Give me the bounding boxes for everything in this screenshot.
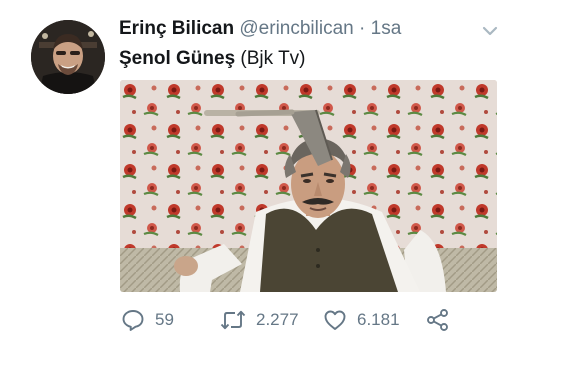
tweet-text-bold: Şenol Güneş xyxy=(119,48,236,69)
reply-button[interactable]: 59 xyxy=(121,306,174,334)
share-button[interactable] xyxy=(426,306,450,334)
tweet-text-rest: (Bjk Tv) xyxy=(235,48,306,69)
retweet-icon xyxy=(220,310,246,330)
tweet-text: Şenol Güneş (Bjk Tv) xyxy=(119,46,306,72)
reply-count: 59 xyxy=(155,310,174,329)
author-avatar[interactable] xyxy=(31,20,105,94)
tweet-media-image[interactable] xyxy=(120,80,497,292)
reply-icon xyxy=(122,310,144,331)
tweet-timestamp[interactable]: 1sa xyxy=(371,18,402,39)
author-name[interactable]: Erinç Bilican xyxy=(119,18,234,39)
retweet-button[interactable]: 2.277 xyxy=(220,306,299,334)
tweet-header: Erinç Bilican @erincbilican · 1sa xyxy=(119,16,401,42)
separator-dot: · xyxy=(359,18,366,39)
heart-icon xyxy=(324,310,346,330)
author-handle[interactable]: @erincbilican xyxy=(239,18,353,39)
like-button[interactable]: 6.181 xyxy=(323,306,400,334)
tweet-actions: 59 2.277 6.181 xyxy=(119,306,459,334)
retweet-count: 2.277 xyxy=(256,310,299,329)
share-icon xyxy=(427,309,448,331)
chevron-down-icon[interactable] xyxy=(481,24,499,38)
like-count: 6.181 xyxy=(357,310,400,329)
